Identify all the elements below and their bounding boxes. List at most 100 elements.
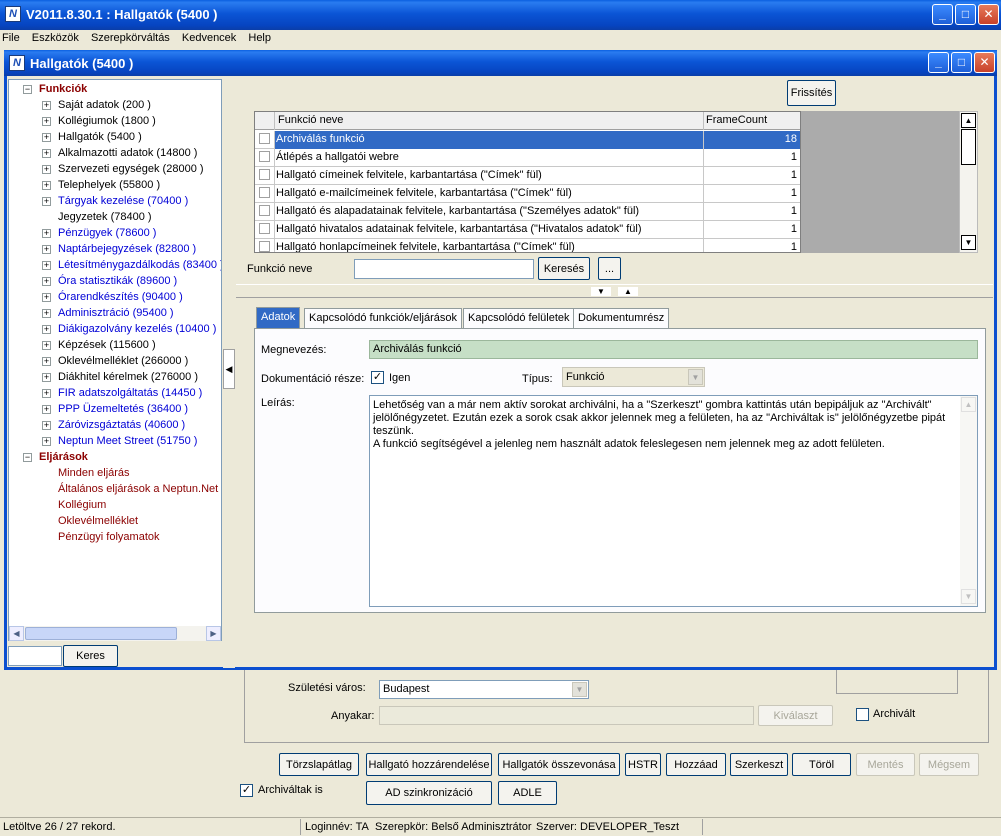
table-row[interactable]: Hallgató honlapcímeinek felvitele, karba… (255, 239, 800, 252)
child-close-button[interactable]: ✕ (974, 52, 995, 73)
filter-more-button[interactable]: ... (598, 257, 621, 280)
tab-dokumentumresz[interactable]: Dokumentumrész (573, 308, 670, 328)
filter-search-button[interactable]: Keresés (538, 257, 590, 280)
edit-button[interactable]: Szerkeszt (730, 753, 788, 776)
tree-scroll-thumb[interactable] (25, 627, 177, 640)
tab-kapcsolodo-funkciok[interactable]: Kapcsolódó funkciók/eljárások (304, 308, 462, 328)
expand-icon[interactable]: + (42, 341, 51, 350)
expand-icon[interactable]: + (42, 133, 51, 142)
mother-field[interactable] (379, 706, 754, 725)
tab-adatok[interactable]: Adatok (256, 307, 301, 329)
row-checkbox[interactable] (259, 151, 270, 162)
row-checkbox[interactable] (259, 187, 270, 198)
select-button[interactable]: Kiválaszt (758, 705, 833, 726)
row-checkbox[interactable] (259, 133, 270, 144)
expand-icon[interactable]: + (42, 181, 51, 190)
menu-file[interactable]: File (2, 32, 20, 44)
tab-kapcsolodo-feluletek[interactable]: Kapcsolódó felületek (463, 308, 575, 328)
expand-icon[interactable]: + (42, 421, 51, 430)
expand-icon[interactable]: + (42, 389, 51, 398)
row-checkbox[interactable] (259, 169, 270, 180)
collapse-left-icon[interactable]: ◀ (223, 349, 235, 389)
chevron-down-icon[interactable]: ▼ (572, 682, 587, 697)
name-field[interactable]: Archiválás funkció (369, 340, 978, 359)
child-maximize-button[interactable]: □ (951, 52, 972, 73)
row-checkbox[interactable] (259, 205, 270, 216)
archived-also-checkbox[interactable]: ✓ (240, 784, 253, 797)
scroll-right-icon[interactable]: ▶ (206, 626, 221, 641)
table-row[interactable]: Hallgató címeinek felvitele, karbantartá… (255, 167, 800, 185)
grid-scroll-thumb[interactable] (961, 129, 976, 165)
expand-icon[interactable]: + (42, 197, 51, 206)
desc-scroll-up-icon[interactable]: ▲ (961, 397, 976, 412)
add-button[interactable]: Hozzáad (666, 753, 726, 776)
filter-input[interactable] (354, 259, 534, 279)
expand-icon[interactable]: + (42, 149, 51, 158)
menu-szerepkorvaltas[interactable]: Szerepkörváltás (91, 32, 170, 44)
birth-city-select[interactable]: Budapest ▼ (379, 680, 589, 699)
close-button[interactable]: ✕ (978, 4, 999, 25)
row-checkbox[interactable] (259, 241, 270, 252)
cancel-button[interactable]: Mégsem (919, 753, 979, 776)
row-checkbox[interactable] (259, 223, 270, 234)
expand-icon[interactable]: + (42, 229, 51, 238)
table-row[interactable]: Archiválás funkció 18 (255, 131, 800, 149)
adle-button[interactable]: ADLE (498, 781, 557, 805)
tree-item-label: PPP Üzemeltetés (36400 ) (58, 403, 189, 415)
hstr-button[interactable]: HSTR (625, 753, 661, 776)
chevron-down-icon[interactable]: ▼ (688, 369, 703, 385)
scroll-up-icon[interactable]: ▲ (961, 113, 976, 128)
horizontal-splitter[interactable] (236, 284, 993, 298)
table-row[interactable]: Hallgató hivatalos adatainak felvitele, … (255, 221, 800, 239)
save-button[interactable]: Mentés (856, 753, 915, 776)
desc-vertical-scrollbar[interactable]: ▲ ▼ (960, 396, 977, 606)
expand-icon[interactable]: + (42, 261, 51, 270)
tree-panel[interactable]: − Funkciók + Saját adatok (200 ) + Kollégiumo… (8, 79, 222, 641)
delete-button[interactable]: Töröl (792, 753, 851, 776)
table-row[interactable]: Hallgató e-mailcímeinek felvitele, karba… (255, 185, 800, 203)
desc-textarea[interactable]: Lehetőség van a már nem aktív sorokat ar… (369, 395, 978, 607)
header-col-framecount[interactable]: FrameCount (703, 112, 800, 130)
ad-sync-button[interactable]: AD szinkronizáció (366, 781, 492, 805)
tree-item-label: Diákhitel kérelmek (276000 ) (58, 371, 199, 383)
minimize-button[interactable]: _ (932, 4, 953, 25)
archived-checkbox[interactable] (856, 708, 869, 721)
merge-students-button[interactable]: Hallgatók összevonása (498, 753, 620, 776)
expand-icon[interactable]: + (42, 309, 51, 318)
tree-search-button[interactable]: Keres (63, 645, 118, 667)
doc-checkbox[interactable]: ✓ (371, 371, 384, 384)
desc-scroll-down-icon[interactable]: ▼ (961, 589, 976, 604)
menu-help[interactable]: Help (248, 32, 271, 44)
expand-icon[interactable]: + (42, 101, 51, 110)
collapse-icon[interactable]: − (23, 453, 32, 462)
expand-icon[interactable]: + (42, 373, 51, 382)
table-row[interactable]: Átlépés a hallgatói webre 1 (255, 149, 800, 167)
expand-icon[interactable]: + (42, 405, 51, 414)
table-row[interactable]: Hallgató és alapadatainak felvitele, kar… (255, 203, 800, 221)
expand-icon[interactable]: + (42, 357, 51, 366)
torzslapatlag-button[interactable]: Törzslapátlag (279, 753, 359, 776)
scroll-down-icon[interactable]: ▼ (961, 235, 976, 250)
header-col-name[interactable]: Funkció neve (274, 112, 703, 130)
maximize-button[interactable]: □ (955, 4, 976, 25)
expand-icon[interactable]: + (42, 325, 51, 334)
expand-icon[interactable]: + (42, 437, 51, 446)
collapse-up-icon[interactable]: ▲ (618, 287, 638, 296)
refresh-button[interactable]: Frissítés (787, 80, 836, 106)
collapse-icon[interactable]: − (23, 85, 32, 94)
expand-icon[interactable]: + (42, 293, 51, 302)
expand-icon[interactable]: + (42, 277, 51, 286)
grid-vertical-scrollbar[interactable]: ▲ ▼ (959, 111, 978, 253)
scroll-left-icon[interactable]: ◀ (9, 626, 24, 641)
expand-icon[interactable]: + (42, 117, 51, 126)
tree-horizontal-scrollbar[interactable]: ◀ ▶ (9, 626, 221, 641)
collapse-down-icon[interactable]: ▼ (591, 287, 611, 296)
menu-kedvencek[interactable]: Kedvencek (182, 32, 236, 44)
child-minimize-button[interactable]: _ (928, 52, 949, 73)
tree-search-input[interactable] (8, 646, 62, 666)
assign-student-button[interactable]: Hallgató hozzárendelése (366, 753, 492, 776)
type-select[interactable]: Funkció ▼ (562, 367, 705, 387)
expand-icon[interactable]: + (42, 165, 51, 174)
menu-eszkozok[interactable]: Eszközök (32, 32, 79, 44)
expand-icon[interactable]: + (42, 245, 51, 254)
